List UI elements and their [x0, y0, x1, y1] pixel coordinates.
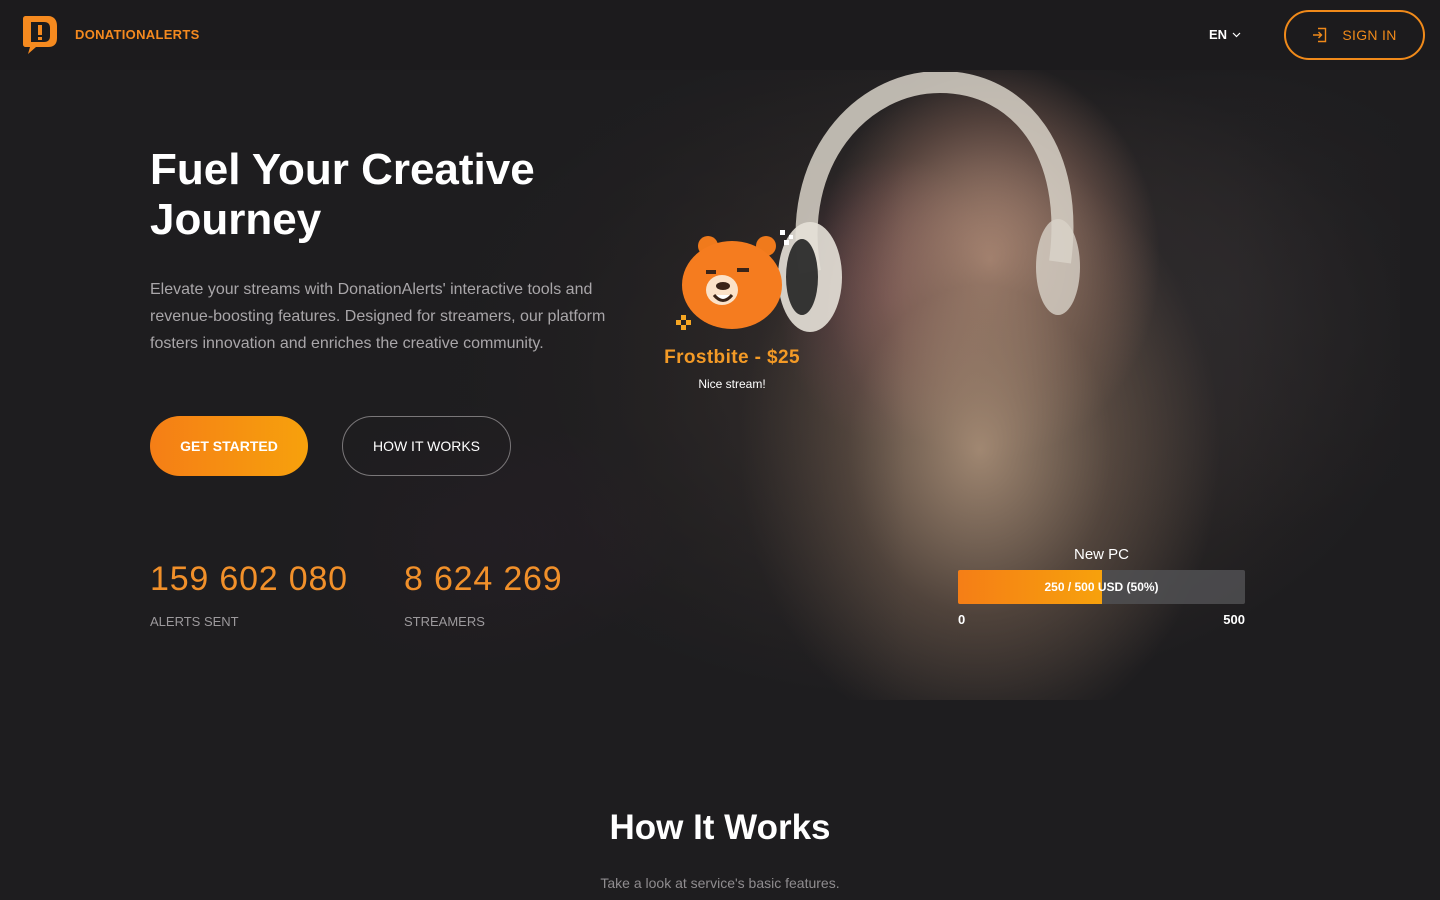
header: DONATIONALERTS EN SIGN IN	[0, 0, 1440, 70]
how-it-works-title: How It Works	[609, 808, 831, 847]
goal-progress-text: 250 / 500 USD (50%)	[1044, 580, 1159, 594]
goal-title: New PC	[1073, 546, 1129, 563]
hero-section: Fuel Your Creative Journey Elevate your …	[0, 70, 1440, 700]
login-icon	[1313, 27, 1327, 43]
sign-in-button[interactable]: SIGN IN	[1284, 10, 1425, 60]
sign-in-label: SIGN IN	[1342, 27, 1397, 43]
goal-min-label: 0	[958, 612, 966, 627]
language-label: EN	[1209, 27, 1228, 42]
alert-donation-title: Frostbite - $25	[664, 347, 800, 368]
alerts-sent-label: ALERTS SENT	[150, 614, 239, 629]
logo[interactable]: DONATIONALERTS	[22, 14, 200, 54]
donationalerts-logo-icon	[23, 16, 57, 54]
alert-donation-message: Nice stream!	[698, 377, 766, 391]
language-selector[interactable]: EN	[1209, 27, 1241, 42]
how-it-works-button[interactable]: HOW IT WORKS	[342, 416, 511, 476]
how-it-works-subtitle: Take a look at service's basic features.	[600, 875, 840, 891]
chevron-down-icon	[1232, 32, 1241, 37]
goal-progress-bar: 250 / 500 USD (50%)	[958, 570, 1245, 604]
alerts-sent-count: 159 602 080	[150, 560, 348, 598]
streamers-count: 8 624 269	[404, 560, 563, 598]
hero-description: Elevate your streams with DonationAlerts…	[150, 281, 606, 352]
goal-max-label: 500	[1223, 612, 1245, 627]
hero-title: Fuel Your Creative Journey	[150, 145, 535, 244]
get-started-button[interactable]: GET STARTED	[150, 416, 308, 476]
bear-mascot-icon	[676, 230, 793, 330]
headphones-illustration	[778, 72, 1080, 332]
streamers-label: STREAMERS	[404, 614, 485, 629]
brand-name: DONATIONALERTS	[75, 26, 200, 42]
